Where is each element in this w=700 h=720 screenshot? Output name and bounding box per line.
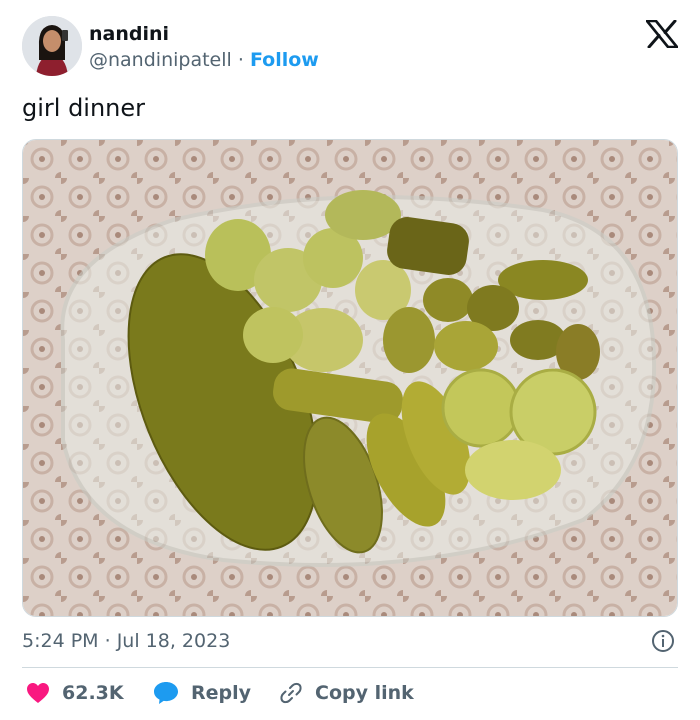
link-icon: [280, 682, 302, 704]
separator: ·: [237, 49, 244, 71]
tweet-date: Jul 18, 2023: [116, 630, 231, 652]
author-handle[interactable]: @nandinipatell: [89, 49, 232, 71]
copy-link-label: Copy link: [315, 682, 414, 704]
divider: [22, 667, 678, 668]
copy-link-button[interactable]: Copy link: [279, 680, 414, 706]
like-button[interactable]: 62.3K: [26, 680, 124, 706]
follow-button[interactable]: Follow: [250, 49, 319, 71]
x-logo-icon[interactable]: [645, 19, 679, 49]
tweet-timestamp[interactable]: 5:24 PM · Jul 18, 2023: [22, 629, 230, 653]
reply-button[interactable]: Reply: [153, 680, 251, 706]
tweet-text: girl dinner: [22, 94, 146, 122]
speech-bubble-icon: [154, 682, 178, 704]
avatar[interactable]: [22, 16, 82, 76]
author-handle-row: @nandinipatell · Follow: [89, 48, 319, 72]
heart-icon: [27, 683, 49, 703]
author-name[interactable]: nandini: [89, 22, 169, 46]
tweet-photo[interactable]: [22, 139, 678, 617]
meta-separator: ·: [104, 630, 111, 652]
info-icon[interactable]: [651, 629, 675, 653]
reply-label: Reply: [191, 682, 252, 704]
tweet-time: 5:24 PM: [22, 630, 99, 652]
like-count: 62.3K: [62, 682, 124, 704]
